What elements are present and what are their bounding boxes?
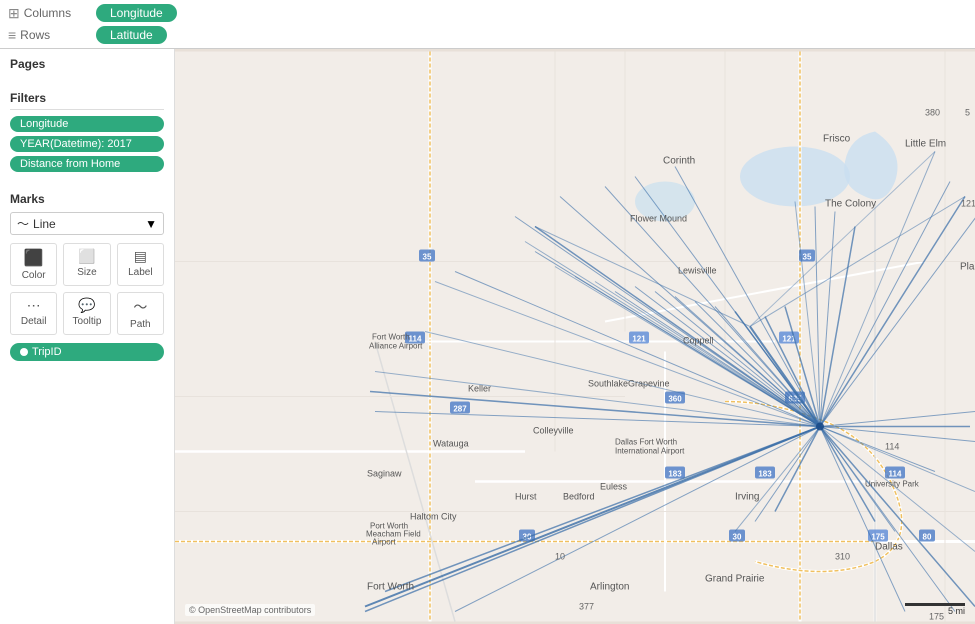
svg-text:114: 114 <box>889 470 902 479</box>
svg-text:Fort Worth: Fort Worth <box>367 582 414 593</box>
svg-text:30: 30 <box>733 533 742 542</box>
detail-button[interactable]: ⋯ Detail <box>10 292 57 335</box>
svg-text:Bedford: Bedford <box>563 492 595 502</box>
svg-text:Grapevine: Grapevine <box>628 379 670 389</box>
svg-text:183: 183 <box>668 470 682 479</box>
marks-type-label: 〜 Line <box>17 215 56 232</box>
svg-text:5: 5 <box>965 108 970 118</box>
path-button[interactable]: 〜 Path <box>117 292 164 335</box>
svg-text:310: 310 <box>835 552 850 562</box>
svg-text:114: 114 <box>885 442 899 452</box>
label-label: Label <box>128 267 152 278</box>
svg-text:Plano: Plano <box>960 262 975 273</box>
svg-text:Airport: Airport <box>372 538 396 547</box>
svg-text:Irving: Irving <box>735 492 759 503</box>
svg-text:377: 377 <box>579 602 594 612</box>
trip-id-dot-icon <box>20 348 28 356</box>
map-svg: 114 287 635 360 183 183 114 30 80 30 121… <box>175 49 975 624</box>
svg-text:University Park: University Park <box>865 480 920 489</box>
label-button[interactable]: ▤ Label <box>117 243 164 286</box>
svg-text:183: 183 <box>758 470 772 479</box>
svg-text:Grand Prairie: Grand Prairie <box>705 574 765 585</box>
svg-text:287: 287 <box>453 405 467 414</box>
svg-text:Euless: Euless <box>600 482 628 492</box>
top-bar: ⊞ Columns Longitude ≡ Rows Latitude <box>0 0 975 49</box>
svg-text:Hurst: Hurst <box>515 492 537 502</box>
svg-text:380: 380 <box>925 108 940 118</box>
label-icon: ▤ <box>134 248 147 265</box>
rows-label: ≡ Rows <box>8 27 88 43</box>
filter-distance-from-home[interactable]: Distance from Home <box>10 156 164 172</box>
columns-label: ⊞ Columns <box>8 5 88 22</box>
path-label: Path <box>130 319 151 330</box>
map-attribution: © OpenStreetMap contributors <box>185 604 315 616</box>
marks-title: Marks <box>10 192 164 206</box>
svg-text:Lewisville: Lewisville <box>678 266 717 276</box>
detail-icon: ⋯ <box>27 297 41 314</box>
size-button[interactable]: ⬜ Size <box>63 243 110 286</box>
filter-longitude[interactable]: Longitude <box>10 116 164 132</box>
color-label: Color <box>22 270 46 281</box>
pages-title: Pages <box>10 57 164 71</box>
columns-value[interactable]: Longitude <box>96 4 177 22</box>
svg-text:Saginaw: Saginaw <box>367 469 402 479</box>
trip-id-pill[interactable]: TripID <box>10 343 164 361</box>
svg-text:The Colony: The Colony <box>825 199 876 210</box>
svg-text:Coppell: Coppell <box>683 336 714 346</box>
svg-text:Southlake: Southlake <box>588 379 628 389</box>
rows-row: ≡ Rows Latitude <box>8 26 967 44</box>
svg-text:Dallas Fort Worth: Dallas Fort Worth <box>615 438 677 447</box>
svg-text:10: 10 <box>555 552 565 562</box>
svg-text:Fort Worth: Fort Worth <box>372 333 410 342</box>
main-content: Pages Filters Longitude YEAR(Datetime): … <box>0 49 975 624</box>
marks-section: Marks 〜 Line ▼ ⬛ Color ⬜ Size ▤ <box>0 184 174 369</box>
color-button[interactable]: ⬛ Color <box>10 243 57 286</box>
marks-grid: ⬛ Color ⬜ Size ▤ Label ⋯ Detail 💬 Too <box>10 243 164 335</box>
sidebar: Pages Filters Longitude YEAR(Datetime): … <box>0 49 175 624</box>
svg-text:175: 175 <box>871 533 885 542</box>
tooltip-button[interactable]: 💬 Tooltip <box>63 292 110 335</box>
path-icon: 〜 <box>133 297 147 317</box>
scale-label: 5 mi <box>948 606 965 616</box>
svg-text:International Airport: International Airport <box>615 447 685 456</box>
svg-text:Frisco: Frisco <box>823 134 851 145</box>
chevron-down-icon: ▼ <box>145 217 157 231</box>
svg-text:Keller: Keller <box>468 384 491 394</box>
size-icon: ⬜ <box>78 248 95 265</box>
trip-id-label: TripID <box>32 346 62 358</box>
svg-text:35: 35 <box>803 253 812 262</box>
svg-text:35: 35 <box>423 253 432 262</box>
rows-value[interactable]: Latitude <box>96 26 167 44</box>
svg-text:Little Elm: Little Elm <box>905 139 946 150</box>
filters-title: Filters <box>10 91 164 110</box>
rows-icon: ≡ <box>8 27 16 43</box>
filters-section: Filters Longitude YEAR(Datetime): 2017 D… <box>0 83 174 184</box>
detail-label: Detail <box>21 316 47 327</box>
marks-type-dropdown[interactable]: 〜 Line ▼ <box>10 212 164 235</box>
columns-icon: ⊞ <box>8 5 20 22</box>
size-label: Size <box>77 267 96 278</box>
tooltip-label: Tooltip <box>73 316 102 327</box>
color-icon: ⬛ <box>24 248 44 268</box>
svg-text:Dallas: Dallas <box>875 542 903 553</box>
svg-text:Colleyville: Colleyville <box>533 426 574 436</box>
svg-text:Corinth: Corinth <box>663 156 695 167</box>
pages-section: Pages <box>0 49 174 83</box>
svg-text:Flower Mound: Flower Mound <box>630 214 687 224</box>
columns-row: ⊞ Columns Longitude <box>8 4 967 22</box>
line-icon: 〜 <box>17 215 29 232</box>
map-area[interactable]: 114 287 635 360 183 183 114 30 80 30 121… <box>175 49 975 624</box>
svg-text:121: 121 <box>961 199 975 209</box>
svg-text:80: 80 <box>923 533 932 542</box>
tooltip-icon: 💬 <box>78 297 95 314</box>
filter-year-datetime[interactable]: YEAR(Datetime): 2017 <box>10 136 164 152</box>
svg-text:Watauga: Watauga <box>433 439 469 449</box>
svg-text:121: 121 <box>632 335 646 344</box>
svg-text:Arlington: Arlington <box>590 582 629 593</box>
svg-text:360: 360 <box>668 395 682 404</box>
svg-text:Alliance Airport: Alliance Airport <box>369 342 423 351</box>
svg-text:Haltom City: Haltom City <box>410 512 457 522</box>
scale-bar: 5 mi <box>905 603 965 616</box>
